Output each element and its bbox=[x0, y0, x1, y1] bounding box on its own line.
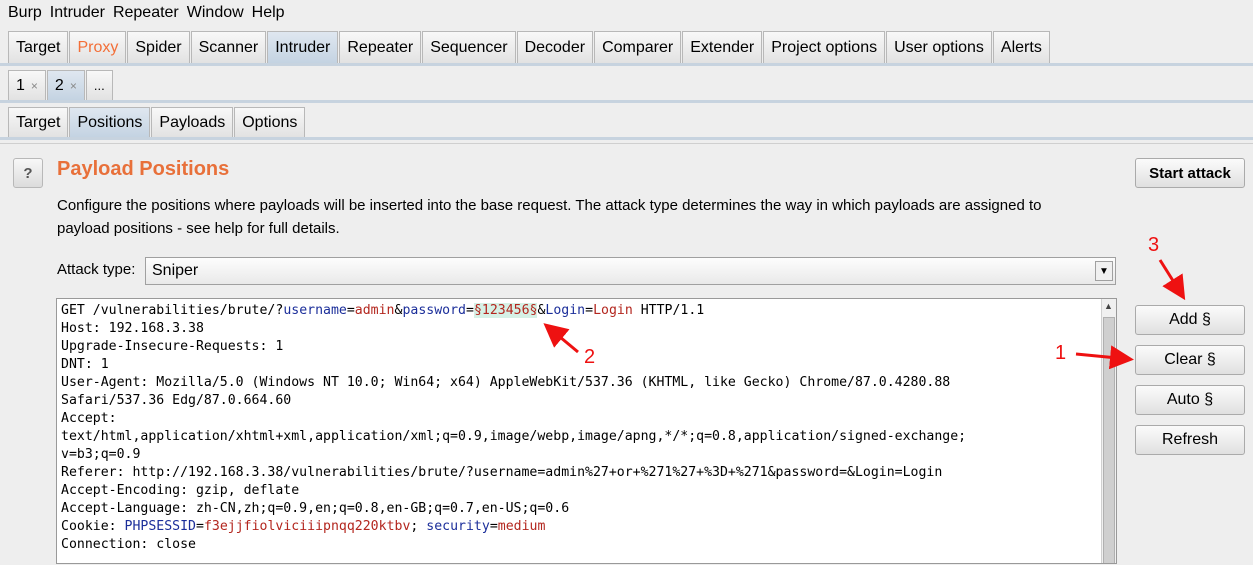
arrow-icon bbox=[1075, 345, 1134, 370]
arrow-icon bbox=[1158, 259, 1186, 301]
annotation-arrows bbox=[543, 259, 1186, 370]
arrow-icon bbox=[543, 323, 579, 354]
